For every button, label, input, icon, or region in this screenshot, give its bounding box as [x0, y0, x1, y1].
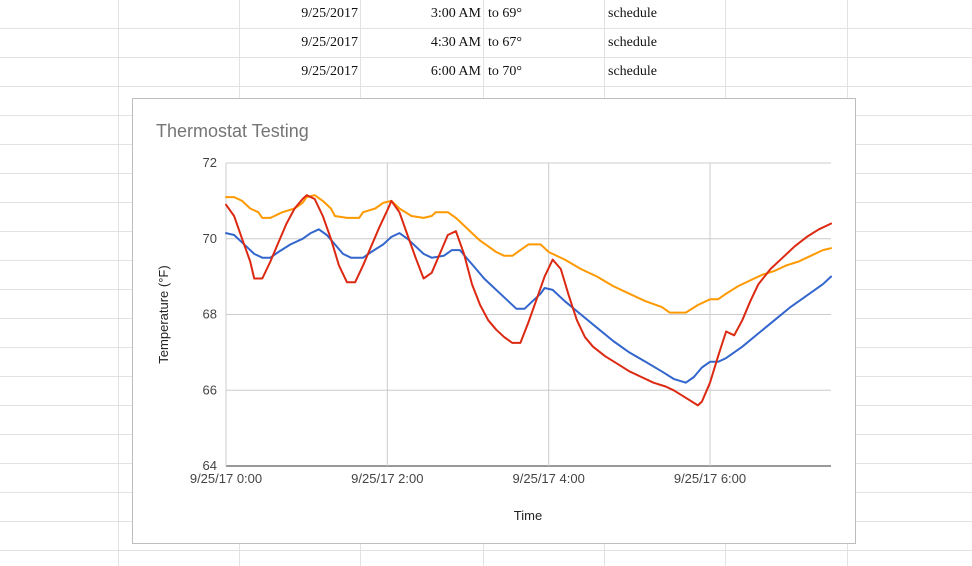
row-divider [0, 57, 972, 58]
column-divider [118, 0, 119, 566]
gridlines [225, 162, 831, 467]
cell-type[interactable]: schedule [608, 29, 722, 57]
x-tick-label: 9/25/17 0:00 [190, 471, 262, 486]
y-tick-label: 72 [203, 155, 217, 170]
cell-type[interactable]: schedule [608, 0, 722, 28]
series-lines [225, 194, 832, 407]
cell-target[interactable]: to 67° [488, 29, 602, 57]
cell-time[interactable]: 4:30 AM [362, 29, 481, 57]
x-tick-label: 9/25/17 6:00 [674, 471, 746, 486]
x-axis-ticks: 9/25/17 0:00 9/25/17 2:00 9/25/17 4:00 9/25… [190, 471, 746, 486]
y-tick-label: 68 [203, 307, 217, 322]
chart-canvas: Thermostat Testing 6466687072 9/25/17 0:… [156, 121, 832, 523]
cell-time[interactable]: 3:00 AM [362, 0, 481, 28]
cell-target[interactable]: to 69° [488, 0, 602, 28]
x-tick-label: 9/25/17 2:00 [351, 471, 423, 486]
y-tick-label: 70 [203, 231, 217, 246]
row-divider [0, 28, 972, 29]
y-axis-ticks: 6466687072 [203, 155, 217, 473]
cell-date[interactable]: 9/25/2017 [240, 58, 358, 86]
cell-date[interactable]: 9/25/2017 [240, 29, 358, 57]
cell-target[interactable]: to 70° [488, 58, 602, 86]
chart-title: Thermostat Testing [156, 121, 309, 141]
series-line [225, 194, 832, 314]
x-tick-label: 9/25/17 4:00 [513, 471, 585, 486]
series-line [225, 228, 832, 384]
cell-type[interactable]: schedule [608, 58, 722, 86]
y-tick-label: 66 [203, 382, 217, 397]
row-divider [0, 550, 972, 551]
cell-time[interactable]: 6:00 AM [362, 58, 481, 86]
row-divider [0, 86, 972, 87]
x-axis-title: Time [514, 508, 542, 523]
y-axis-title: Temperature (°F) [156, 265, 171, 363]
chart-card[interactable]: Thermostat Testing 64 66 68 70 72 9/25/17 0:… [132, 98, 856, 544]
series-line [225, 194, 832, 407]
cell-date[interactable]: 9/25/2017 [240, 0, 358, 28]
